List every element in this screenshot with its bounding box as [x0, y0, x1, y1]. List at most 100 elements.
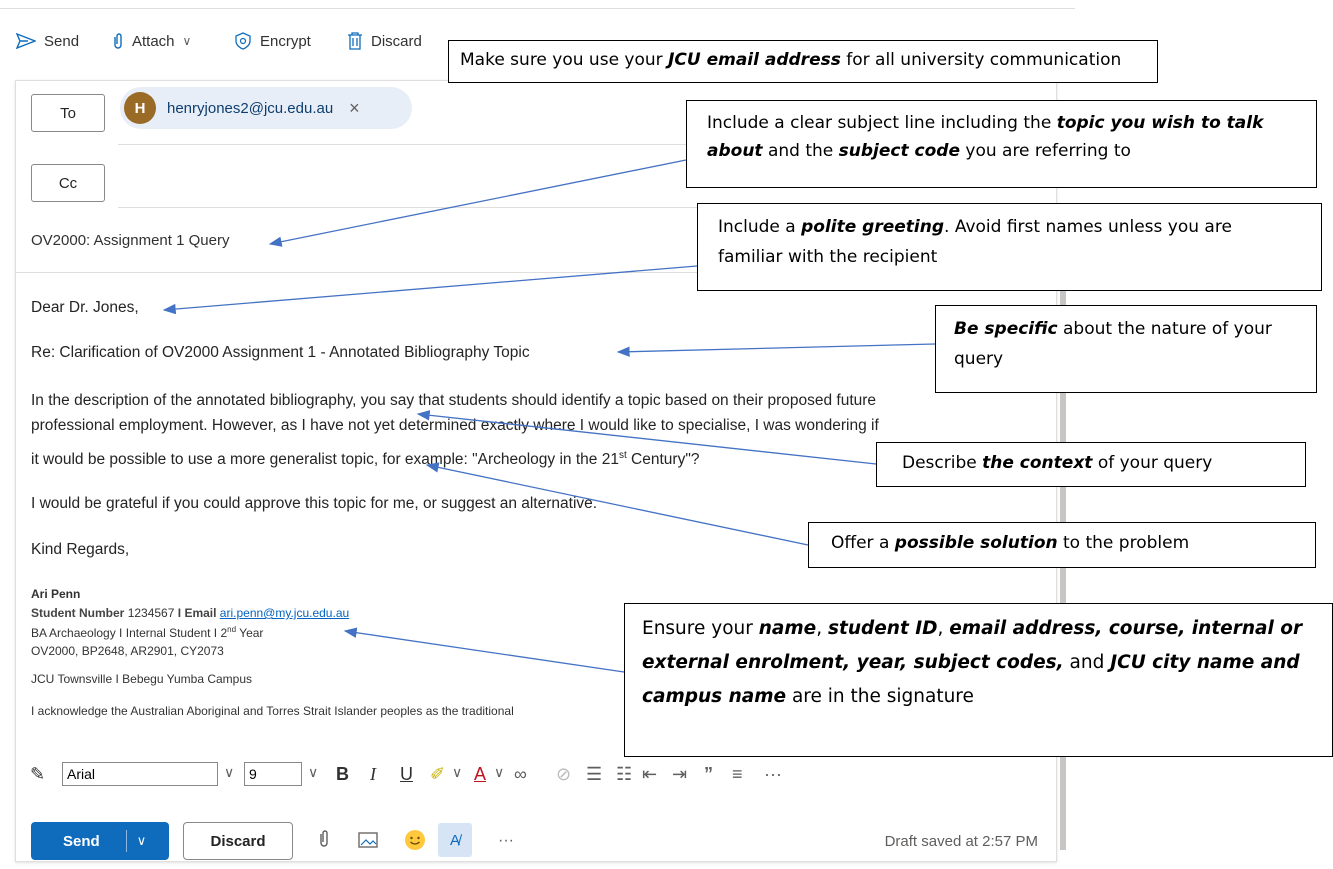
- callout-emphasis: polite greeting: [801, 217, 945, 237]
- callout-context: Describe the context of your query: [876, 442, 1306, 487]
- subject-field[interactable]: OV2000: Assignment 1 Query: [31, 232, 229, 249]
- toolbar-send-label: Send: [44, 32, 80, 50]
- callout-emphasis: the context: [982, 453, 1093, 473]
- link-icon[interactable]: ∞: [514, 764, 527, 785]
- body-line-2: professional employment. However, as I h…: [31, 417, 879, 434]
- body-line-3: it would be possible to use a more gener…: [31, 446, 699, 470]
- signature-subjects: OV2000, BP2648, AR2901, CY2073: [31, 644, 224, 658]
- discard-button[interactable]: Discard: [183, 822, 293, 860]
- email-label: Email: [184, 606, 217, 620]
- callout-emphasis: student ID: [827, 618, 938, 639]
- callout-text: Describe: [902, 453, 983, 473]
- callout-email-address: Make sure you use your JCU email address…: [448, 40, 1158, 83]
- increase-indent-icon[interactable]: ⇥: [672, 764, 687, 785]
- callout-text: Include a: [718, 217, 802, 237]
- highlight-icon[interactable]: ✐: [430, 764, 445, 785]
- italic-button[interactable]: I: [370, 764, 376, 785]
- font-color-icon[interactable]: A: [474, 764, 486, 785]
- paperclip-icon: [114, 33, 122, 49]
- emoji-icon[interactable]: [404, 829, 426, 856]
- bullets-icon[interactable]: ☰: [586, 764, 602, 785]
- chevron-down-icon[interactable]: ∨: [494, 764, 504, 781]
- callout-text: Ensure your: [642, 618, 759, 639]
- paperclip-icon[interactable]: [318, 829, 330, 854]
- callout-text: to the problem: [1057, 533, 1190, 553]
- underline-button[interactable]: U: [400, 764, 413, 785]
- chevron-down-icon[interactable]: ∨: [224, 764, 234, 781]
- callout-emphasis: JCU email address: [668, 50, 841, 70]
- align-icon[interactable]: ≡: [732, 764, 743, 785]
- callout-emphasis: Be specific: [954, 319, 1058, 339]
- callout-text: you are referring to: [959, 141, 1131, 161]
- callout-solution: Offer a possible solution to the problem: [808, 522, 1316, 568]
- toolbar-attach-button[interactable]: Attach ∨: [112, 30, 191, 52]
- callout-text: and the: [762, 141, 839, 161]
- callout-text: ,: [816, 618, 828, 639]
- callout-text: are in the signature: [786, 686, 974, 707]
- more-format-options-button[interactable]: ···: [764, 764, 782, 785]
- signature-name: Ari Penn: [31, 587, 81, 601]
- chevron-down-icon[interactable]: ∨: [452, 764, 462, 781]
- toolbar-send-button[interactable]: Send: [16, 30, 79, 52]
- toolbar-attach-label: Attach: [132, 32, 175, 50]
- shield-icon: [235, 32, 251, 50]
- callout-emphasis: possible solution: [894, 533, 1058, 553]
- callout-text: Include a clear subject line including t…: [707, 113, 1057, 133]
- format-painter-icon[interactable]: ✎: [30, 764, 45, 785]
- draft-status: Draft saved at 2:57 PM: [884, 833, 1038, 850]
- send-icon: [16, 33, 36, 49]
- callout-text: of your query: [1092, 453, 1213, 473]
- superscript: st: [618, 450, 627, 461]
- chevron-down-icon[interactable]: ∨: [308, 764, 318, 781]
- greeting: Dear Dr. Jones,: [31, 299, 139, 316]
- font-size-select[interactable]: 9: [244, 762, 302, 786]
- callout-greeting: Include a polite greeting. Avoid first n…: [697, 203, 1322, 291]
- student-number-label: Student Number: [31, 606, 125, 620]
- toolbar-encrypt-label: Encrypt: [260, 32, 311, 50]
- chevron-down-icon[interactable]: ∨: [137, 833, 147, 849]
- callout-emphasis: name: [758, 618, 817, 639]
- remove-link-icon[interactable]: ⊘: [556, 764, 571, 785]
- recipient-email: henryjones2@jcu.edu.au: [167, 99, 334, 117]
- decrease-indent-icon[interactable]: ⇤: [642, 764, 657, 785]
- course-year: Year: [236, 626, 264, 640]
- signature-email-link[interactable]: ari.penn@my.jcu.edu.au: [220, 606, 349, 620]
- send-button[interactable]: Send ∨: [31, 822, 169, 860]
- numbering-icon[interactable]: ☷: [616, 764, 632, 785]
- callout-signature: Ensure your name, student ID, email addr…: [624, 603, 1333, 757]
- body-line-3-end: Century"?: [626, 451, 700, 469]
- more-options-button[interactable]: ···: [498, 832, 514, 850]
- close-icon[interactable]: ×: [349, 98, 360, 119]
- send-split-divider: [125, 830, 127, 852]
- avatar: H: [124, 92, 156, 124]
- toolbar-discard-label: Discard: [371, 32, 422, 50]
- re-line: Re: Clarification of OV2000 Assignment 1…: [31, 344, 530, 361]
- font-select[interactable]: Arial: [62, 762, 218, 786]
- bold-button[interactable]: B: [336, 764, 349, 785]
- callout-text: Offer a: [831, 533, 895, 553]
- editor-icon[interactable]: A̸: [438, 823, 472, 857]
- course-superscript: nd: [227, 625, 237, 634]
- chevron-down-icon: ∨: [182, 34, 192, 48]
- callout-emphasis: subject code: [838, 141, 960, 161]
- callout-text: and: [1063, 652, 1111, 673]
- signature-contact: Student Number 1234567 I Email ari.penn@…: [31, 606, 349, 620]
- body-line-3-text: it would be possible to use a more gener…: [31, 451, 619, 469]
- callout-be-specific: Be specific about the nature of your que…: [935, 305, 1317, 393]
- course-text: BA Archaeology I Internal Student I 2: [31, 626, 228, 640]
- callout-subject-line: Include a clear subject line including t…: [686, 100, 1317, 188]
- signature-campus: JCU Townsville I Bebegu Yumba Campus: [31, 672, 253, 686]
- trash-icon: [348, 32, 362, 50]
- body-paragraph-2: I would be grateful if you could approve…: [31, 495, 598, 512]
- body-line-1: In the description of the annotated bibl…: [31, 392, 877, 409]
- cc-button[interactable]: Cc: [31, 164, 105, 202]
- callout-text: Make sure you use your: [460, 50, 669, 70]
- student-number: 1234567: [127, 606, 175, 620]
- toolbar-encrypt-button[interactable]: Encrypt: [234, 30, 311, 52]
- quote-icon[interactable]: ”: [704, 764, 713, 785]
- toolbar-discard-button[interactable]: Discard: [347, 30, 422, 52]
- format-toolbar: ✎ Arial ∨ 9 ∨ B I U ✐ ∨ A ∨ ∞ ⊘ ☰ ☷ ⇤ ⇥ …: [16, 758, 1056, 790]
- recipient-chip[interactable]: H henryjones2@jcu.edu.au ×: [120, 87, 412, 129]
- to-button[interactable]: To: [31, 94, 105, 132]
- image-icon[interactable]: [358, 832, 378, 853]
